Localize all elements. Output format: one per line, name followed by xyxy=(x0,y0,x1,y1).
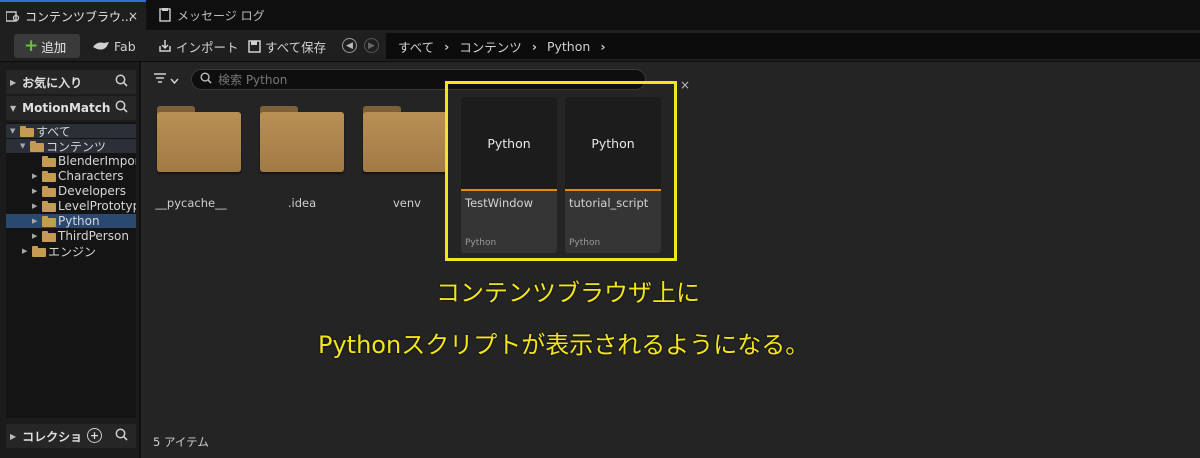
folder-icon xyxy=(42,230,56,242)
breadcrumb-item-content[interactable]: コンテンツ xyxy=(459,37,522,56)
project-section[interactable]: ▼ MotionMatch xyxy=(6,96,136,120)
folder-icon xyxy=(363,106,447,178)
chevron-right-icon[interactable]: › xyxy=(600,39,605,54)
sources-panel: ▶ お気に入り ▼ MotionMatch ▼ すべて ▼ コンテンツ Blen… xyxy=(0,62,140,458)
folder-icon xyxy=(32,245,46,257)
folder-icon xyxy=(42,215,56,227)
favorites-section[interactable]: ▶ お気に入り xyxy=(6,70,136,94)
collapse-arrow-icon[interactable]: ▼ xyxy=(10,127,20,135)
folder-icon xyxy=(42,170,56,182)
folder-open-icon xyxy=(20,125,34,137)
tree-item-label: コンテンツ xyxy=(46,139,107,154)
folder-icon xyxy=(42,200,56,212)
collapse-arrow-icon[interactable]: ▼ xyxy=(10,104,16,113)
item-count: 5 アイテム xyxy=(153,435,209,449)
folder-icon xyxy=(260,106,344,178)
folder-tree: ▼ すべて ▼ コンテンツ BlenderImpor ▶ Characters … xyxy=(6,122,136,418)
expand-arrow-icon[interactable]: ▶ xyxy=(32,172,42,180)
expand-arrow-icon[interactable]: ▶ xyxy=(10,432,16,441)
import-icon xyxy=(158,39,172,53)
tree-item-engine[interactable]: ▶ エンジン xyxy=(22,244,97,259)
tab-message-log[interactable]: メッセージ ログ xyxy=(152,0,271,30)
save-all-label: すべて保存 xyxy=(265,39,327,55)
add-label: 追加 xyxy=(41,39,67,55)
expand-arrow-icon[interactable]: ▶ xyxy=(10,78,16,87)
expand-arrow-icon[interactable]: ▶ xyxy=(32,202,42,210)
add-collection-icon[interactable]: + xyxy=(87,428,102,443)
folder-label: venv xyxy=(393,196,421,210)
search-icon xyxy=(200,72,212,87)
project-label: MotionMatch xyxy=(22,101,111,115)
forward-arrow-icon[interactable]: ▶ xyxy=(364,38,379,53)
breadcrumb-item-all[interactable]: すべて xyxy=(398,37,434,56)
import-label: インポート xyxy=(176,39,239,55)
tab-content-browser[interactable]: コンテンツブラウ... × xyxy=(0,0,146,30)
message-log-icon xyxy=(158,8,172,22)
tab-close-icon[interactable]: × xyxy=(128,9,138,23)
folder-icon xyxy=(42,155,56,167)
tree-item-levelprototyping[interactable]: ▶ LevelPrototyp xyxy=(32,199,136,213)
search-icon[interactable] xyxy=(115,100,128,116)
expand-arrow-icon[interactable]: ▶ xyxy=(22,247,32,255)
folder-item-pycache[interactable] xyxy=(157,106,247,178)
tree-item-content[interactable]: ▼ コンテンツ xyxy=(6,139,136,154)
folder-icon xyxy=(42,185,56,197)
tree-item-label: エンジン xyxy=(48,244,97,259)
filter-icon xyxy=(153,72,167,87)
tree-item-label: ThirdPerson xyxy=(58,229,129,243)
tree-item-label: Characters xyxy=(58,169,124,183)
folder-item-venv[interactable] xyxy=(363,106,453,178)
favorites-label: お気に入り xyxy=(22,75,83,90)
toolbar: + 追加 Fab インポート すべて保存 ◀ ▶ すべて › コンテンツ › P… xyxy=(0,30,1200,62)
import-button[interactable]: インポート xyxy=(158,34,239,58)
fab-icon xyxy=(92,40,110,52)
tree-item-characters[interactable]: ▶ Characters xyxy=(32,169,124,183)
tab-label: メッセージ ログ xyxy=(177,8,265,23)
filter-button[interactable] xyxy=(153,72,179,87)
chevron-down-icon xyxy=(170,73,179,87)
back-arrow-icon[interactable]: ◀ xyxy=(342,38,357,53)
collapse-arrow-icon[interactable]: ▼ xyxy=(20,142,30,150)
tree-item-developers[interactable]: ▶ Developers xyxy=(32,184,126,198)
annotation-line-2: Pythonスクリプトが表示されるようになる。 xyxy=(318,331,810,359)
breadcrumb: すべて › コンテンツ › Python › xyxy=(386,33,1200,59)
expand-arrow-icon[interactable]: ▶ xyxy=(32,232,42,240)
collections-label: コレクショ xyxy=(22,429,83,444)
expand-arrow-icon[interactable]: ▶ xyxy=(32,187,42,195)
plus-icon: + xyxy=(24,35,39,56)
annotation-highlight-box xyxy=(445,81,677,261)
fab-label: Fab xyxy=(114,38,136,54)
search-icon[interactable] xyxy=(115,428,128,444)
tree-item-blenderimport[interactable]: BlenderImpor xyxy=(32,154,136,168)
folder-item-idea[interactable] xyxy=(260,106,350,178)
folder-label: .idea xyxy=(287,196,317,210)
tab-bar: コンテンツブラウ... × メッセージ ログ xyxy=(0,0,1200,30)
tree-item-label: LevelPrototyp xyxy=(58,199,136,213)
chevron-right-icon[interactable]: › xyxy=(444,39,449,54)
tree-item-python[interactable]: ▶ Python xyxy=(6,214,136,228)
add-button[interactable]: + 追加 xyxy=(14,34,80,58)
collections-section[interactable]: ▶ コレクショ + xyxy=(6,424,136,448)
folder-label: __pycache__ xyxy=(155,196,227,210)
tree-item-all[interactable]: ▼ すべて xyxy=(6,124,136,139)
search-icon[interactable] xyxy=(115,74,128,90)
folder-icon xyxy=(157,106,241,178)
save-icon xyxy=(248,39,261,53)
tree-item-label: Python xyxy=(58,214,100,228)
breadcrumb-item-python[interactable]: Python xyxy=(547,39,590,54)
tree-item-label: BlenderImpor xyxy=(58,154,136,168)
annotation-line-1: コンテンツブラウザ上に xyxy=(436,279,700,307)
folder-open-icon xyxy=(30,140,44,152)
tab-label: コンテンツブラウ... xyxy=(25,9,133,24)
tree-item-label: Developers xyxy=(58,184,126,198)
tree-item-thirdperson[interactable]: ▶ ThirdPerson xyxy=(32,229,129,243)
expand-arrow-icon[interactable]: ▶ xyxy=(32,217,42,225)
clear-search-icon[interactable]: × xyxy=(680,78,690,92)
save-all-button[interactable]: すべて保存 xyxy=(248,34,326,58)
content-browser-icon xyxy=(6,9,20,23)
fab-button[interactable]: Fab xyxy=(92,34,136,58)
chevron-right-icon[interactable]: › xyxy=(532,39,537,54)
